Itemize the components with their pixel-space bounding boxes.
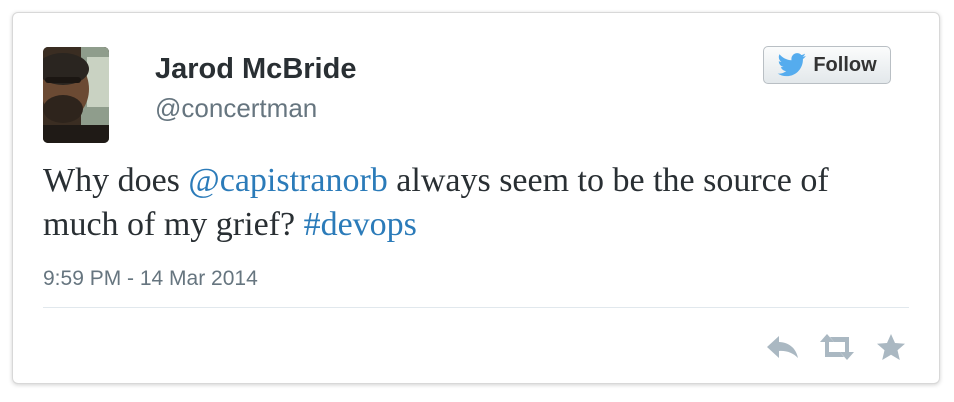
reply-icon bbox=[767, 336, 798, 358]
star-icon bbox=[877, 334, 905, 360]
embedded-tweet-card: Jarod McBride @concertman Follow Why doe… bbox=[12, 12, 940, 384]
twitter-bird-icon bbox=[777, 53, 807, 77]
retweet-icon bbox=[820, 334, 854, 360]
favorite-button[interactable] bbox=[873, 331, 909, 363]
author-handle[interactable]: @concertman bbox=[155, 93, 317, 124]
reply-button[interactable] bbox=[763, 331, 803, 363]
retweet-button[interactable] bbox=[817, 331, 857, 363]
follow-button[interactable]: Follow bbox=[763, 46, 891, 84]
author-avatar[interactable] bbox=[43, 47, 109, 143]
mention-link[interactable]: @capistranorb bbox=[188, 162, 387, 199]
tweet-text-part1: Why does bbox=[43, 162, 189, 199]
author-name[interactable]: Jarod McBride bbox=[155, 53, 356, 86]
tweet-timestamp[interactable]: 9:59 PM - 14 Mar 2014 bbox=[43, 267, 258, 291]
divider bbox=[43, 307, 909, 308]
hashtag-link[interactable]: #devops bbox=[304, 206, 417, 243]
tweet-text: Why does @capistranorb always seem to be… bbox=[43, 159, 883, 247]
avatar-photo-icon bbox=[43, 47, 109, 143]
follow-label: Follow bbox=[813, 53, 877, 76]
